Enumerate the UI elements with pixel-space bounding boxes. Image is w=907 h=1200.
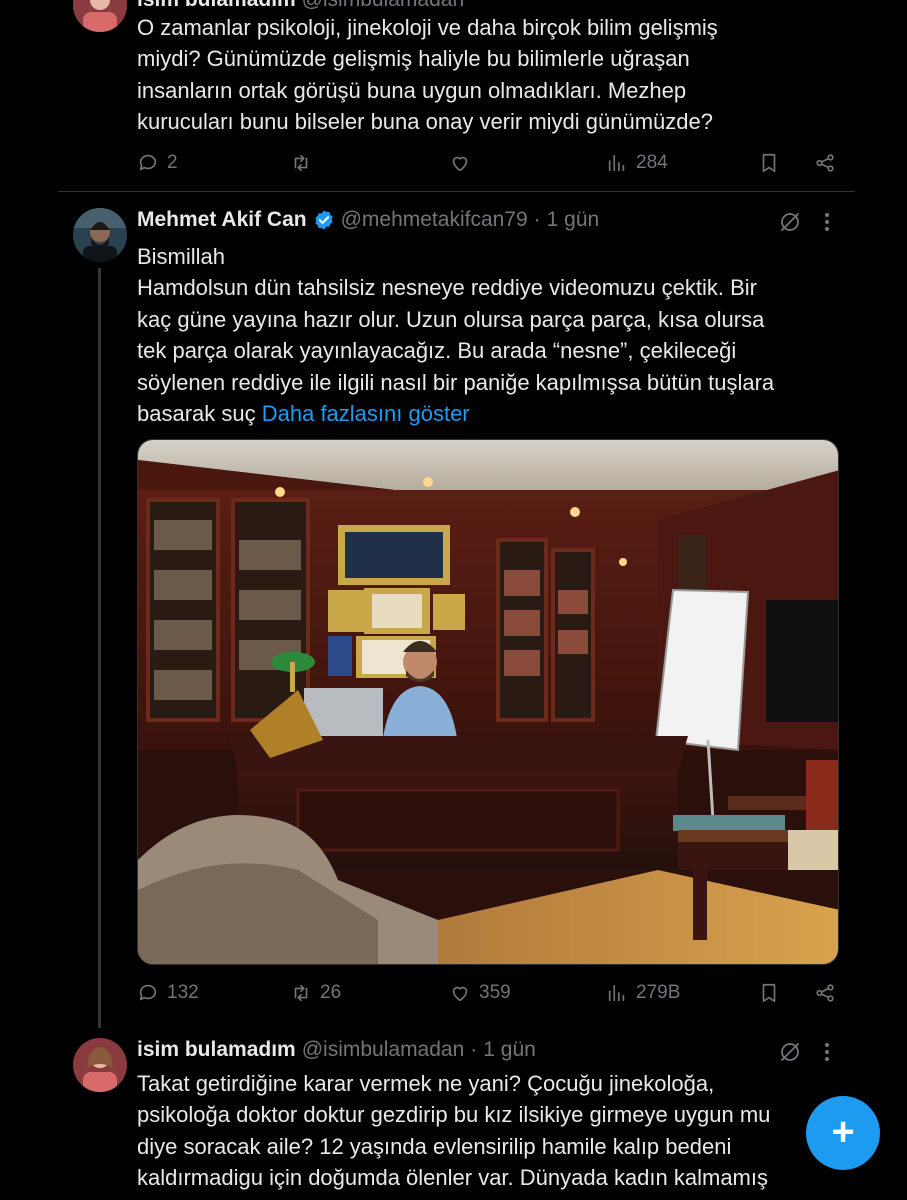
reply-tweet-line-3: diye soracak aile? 12 yaşında evlensiril… [137,1133,732,1159]
prev-views-button[interactable]: 284 [606,152,668,174]
reply-author-handle[interactable]: @isimbulamadan [302,1038,465,1062]
prev-tweet-line-3: insanların ortak görüşü buna uygun olmad… [137,77,687,103]
retweet-icon [294,154,308,172]
main-reply-count: 132 [167,982,199,1003]
prev-share-button[interactable] [814,152,836,174]
main-tweet-last-line: basarak suç [137,401,262,427]
views-icon [608,154,625,172]
retweet-icon [294,984,308,1002]
like-icon [452,986,468,1002]
tweet-media-photo[interactable] [137,439,839,965]
prev-bookmark-button[interactable] [758,152,780,174]
compose-fab-button[interactable]: + [806,1096,880,1170]
reply-more-button[interactable] [823,1040,831,1069]
show-more-link[interactable]: Daha fazlasını göster [262,401,470,426]
share-icon [816,984,834,1002]
main-reply-button[interactable]: 132 [137,982,199,1004]
main-tweet-avatar[interactable] [73,208,127,262]
reply-icon [139,154,157,171]
main-bookmark-button[interactable] [758,982,780,1004]
verified-badge-icon [314,210,333,230]
reply-tweet-line-2: psikoloğa doktor doktur gezdirip bu kız … [137,1102,771,1128]
prev-views-count: 284 [636,152,668,173]
prev-tweet-author[interactable]: isim bulamadım @isimbulamadan [137,0,464,12]
prev-author-name[interactable]: isim bulamadım [137,0,296,11]
main-tweet-line-6: basarak suç Daha fazlasını göster [137,398,774,429]
main-tweet-line-4: tek parça olarak yayınlayacağız. Bu arad… [137,338,737,364]
reply-author-name[interactable]: isim bulamadım [137,1038,296,1062]
prev-author-handle[interactable]: @isimbulamadan [302,0,465,11]
reply-tweet-time[interactable]: 1 gün [483,1038,536,1062]
main-share-button[interactable] [814,982,836,1004]
grok-icon [781,1043,799,1061]
grok-icon [781,213,799,231]
more-icon [825,213,829,231]
bookmark-icon [762,983,776,1003]
main-author-name[interactable]: Mehmet Akif Can [137,208,307,232]
main-tweet-time[interactable]: 1 gün [547,208,600,232]
main-tweet-line-1: Bismillah [137,244,226,269]
bookmark-icon [762,153,776,173]
prev-reply-count: 2 [167,152,178,173]
reply-tweet-line-1: Takat getirdiğine karar vermek ne yani? … [137,1071,715,1096]
reply-time-separator: · [470,1038,478,1061]
main-retweet-count: 26 [320,982,342,1003]
prev-tweet-avatar[interactable] [73,0,127,32]
thread-line [98,268,101,1028]
main-views-count: 279B [636,982,681,1003]
main-tweet-line-2: Hamdolsun dün tahsilsiz nesneye reddiye … [137,275,757,301]
main-author-handle[interactable]: @mehmetakifcan79 [341,208,528,232]
prev-tweet-line-4: kurucuları bunu bilseler buna onay verir… [137,109,713,135]
prev-retweet-button[interactable] [290,152,312,174]
main-views-button[interactable]: 279B [606,982,680,1004]
prev-tweet-line-1: O zamanlar psikoloji, jinekoloji ve daha… [137,15,718,40]
main-tweet-line-5: söylenen reddiye ile ilgili nasıl bir pa… [137,369,775,395]
like-icon [452,156,468,172]
more-icon [825,1043,829,1061]
more-button[interactable] [823,210,831,239]
main-like-button[interactable]: 359 [449,982,511,1004]
main-like-count: 359 [479,982,511,1003]
reply-icon [139,984,157,1001]
main-tweet-line-3: kaç güne yayına hazır olur. Uzun olursa … [137,306,765,332]
reply-grok-button[interactable] [778,1040,802,1069]
divider [58,191,855,192]
views-icon [608,984,625,1002]
main-retweet-button[interactable]: 26 [290,982,341,1004]
prev-like-button[interactable] [449,152,471,174]
share-icon [816,154,834,172]
reply-tweet-line-4: kaldırmadigu için doğumda ölenler var. D… [137,1165,768,1191]
grok-button[interactable] [778,210,802,239]
reply-tweet-avatar[interactable] [73,1038,127,1092]
main-time-separator: · [533,208,541,231]
plus-icon: + [831,1109,855,1154]
prev-tweet-line-2: miydi? Günümüzde gelişmiş haliyle bu bil… [137,46,690,72]
prev-reply-button[interactable]: 2 [137,152,178,174]
